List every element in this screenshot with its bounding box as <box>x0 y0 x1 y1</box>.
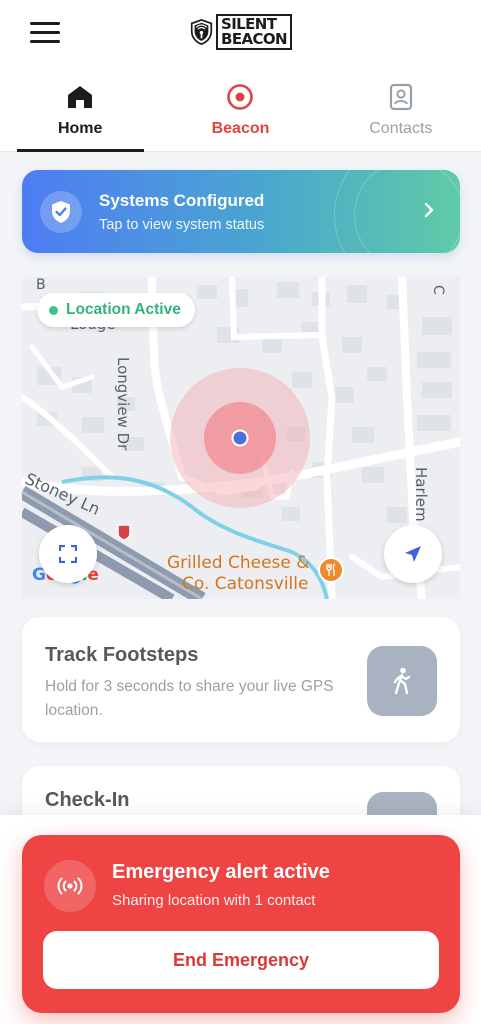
poi-label: Grilled Cheese & Co. Catonsville <box>167 553 310 595</box>
street-label-longview: Longview Dr <box>114 357 132 451</box>
street-label-harlem: Harlem <box>412 467 430 522</box>
tab-beacon[interactable]: Beacon <box>160 66 320 151</box>
logo-line-2: BEACON <box>220 30 288 48</box>
track-footsteps-description: Hold for 3 seconds to share your live GP… <box>45 678 334 719</box>
emergency-subtitle: Sharing location with 1 contact <box>112 892 316 909</box>
emergency-title: Emergency alert active <box>112 861 330 883</box>
check-in-title: Check-In <box>45 789 130 811</box>
banner-decoration-ring <box>354 170 460 253</box>
banner-subtitle: Tap to view system status <box>99 217 265 233</box>
tab-beacon-label: Beacon <box>211 120 270 137</box>
restaurant-icon[interactable] <box>318 557 344 583</box>
map-label-partial: B <box>36 277 46 293</box>
contact-card-icon <box>386 82 416 112</box>
emergency-alert-card: Emergency alert active Sharing location … <box>22 835 460 1013</box>
shield-check-icon <box>40 191 82 233</box>
broadcast-icon <box>44 860 96 912</box>
logo-wordmark: SILENT BEACON <box>215 14 292 50</box>
location-status-pill: Location Active <box>37 293 195 327</box>
logo-shield-icon <box>190 19 213 45</box>
end-emergency-button[interactable]: End Emergency <box>43 931 439 989</box>
tab-home-label: Home <box>57 120 103 137</box>
navigation-arrow-icon <box>405 546 421 562</box>
location-status-label: Location Active <box>66 301 181 318</box>
home-icon <box>65 82 95 112</box>
hamburger-menu-icon[interactable] <box>30 22 62 46</box>
expand-icon <box>59 545 77 563</box>
tab-contacts[interactable]: Contacts <box>321 66 481 151</box>
track-footsteps-button[interactable] <box>367 646 437 716</box>
main-tabs: Home Beacon Contacts <box>0 66 481 152</box>
tab-contacts-label: Contacts <box>369 120 433 137</box>
map-label-partial-right: C <box>430 285 446 295</box>
tab-home[interactable]: Home <box>0 66 160 152</box>
chevron-right-icon <box>424 202 434 218</box>
poi-label-line2: Co. Catonsville <box>182 574 309 594</box>
track-footsteps-card: Track Footsteps Hold for 3 seconds to sh… <box>22 617 460 742</box>
systems-status-banner[interactable]: Systems Configured Tap to view system st… <box>22 170 460 253</box>
walking-person-icon <box>393 667 411 695</box>
poi-label-line1: Grilled Cheese & <box>167 553 310 573</box>
location-map[interactable]: B Lodge C Longview Dr Stoney Ln Harlem G… <box>22 277 460 599</box>
track-footsteps-title: Track Footsteps <box>45 644 199 666</box>
expand-map-button[interactable] <box>39 525 97 583</box>
recenter-location-button[interactable] <box>384 525 442 583</box>
banner-title: Systems Configured <box>99 191 265 210</box>
app-header: SILENT BEACON <box>0 0 481 66</box>
emergency-panel: Emergency alert active Sharing location … <box>0 815 481 1024</box>
status-dot <box>49 305 58 315</box>
app-logo: SILENT BEACON <box>190 9 292 55</box>
target-icon <box>225 82 255 112</box>
